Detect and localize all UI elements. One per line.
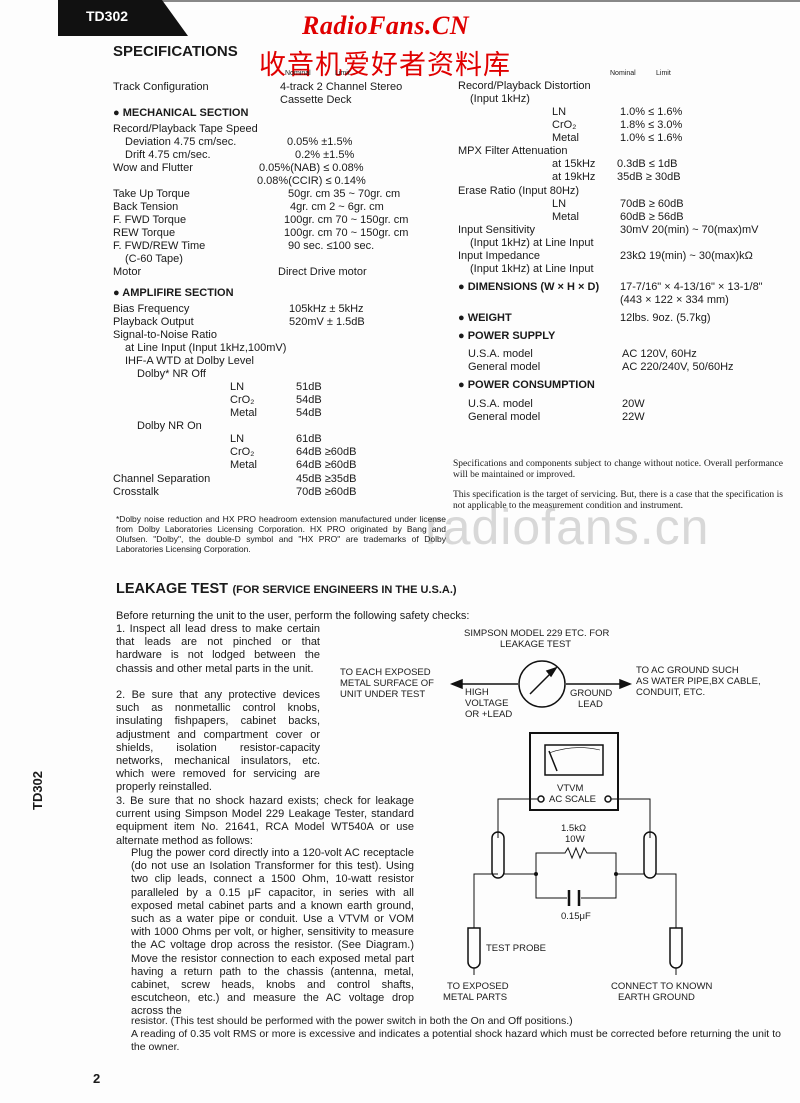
right-arrowhead: [619, 678, 633, 690]
resistor-label-1: 1.5kΩ: [561, 823, 587, 834]
left-label-1: TO EACH EXPOSED: [340, 667, 431, 678]
vtvm-scale: [548, 747, 601, 754]
bottom-left-label-1: TO EXPOSED: [447, 981, 509, 992]
bottom-left-label-2: METAL PARTS: [443, 992, 508, 1003]
high-label-2: VOLTAGE: [465, 698, 509, 709]
vtvm-label-1: VTVM: [557, 783, 584, 794]
clip-right: [643, 831, 657, 879]
left-label-2: METAL SURFACE OF: [340, 678, 434, 689]
resistor-label-2: 10W: [565, 834, 585, 845]
cap-wire-left: [535, 874, 567, 899]
ground-label-1: GROUND: [570, 688, 613, 699]
test-probe-left: [467, 927, 481, 969]
vtvm-window: [544, 744, 604, 776]
left-label-3: UNIT UNDER TEST: [340, 689, 426, 700]
high-label-3: OR +LEAD: [465, 709, 513, 720]
high-label-1: HIGH: [465, 687, 489, 698]
vtvm-terminal-left: [537, 795, 545, 803]
test-probe-label: TEST PROBE: [486, 943, 547, 954]
wire-probe-left: [473, 873, 498, 928]
junction-left: [534, 872, 538, 876]
leakage-diagram: [449, 660, 683, 975]
junction-right: [614, 872, 618, 876]
wire-right-top: [611, 798, 651, 838]
right-label-1: TO AC GROUND SUCH: [636, 665, 739, 676]
ground-label-2: LEAD: [578, 699, 603, 710]
tester-label-2: LEAKAGE TEST: [500, 639, 572, 650]
cap-wire-right: [581, 874, 617, 899]
clip-left: [491, 831, 505, 879]
resistor: [535, 846, 617, 874]
leakage-tester-circle: [518, 660, 566, 708]
wire-probe-right: [656, 873, 677, 928]
page-number: 2: [93, 1071, 101, 1086]
bottom-right-label-1: CONNECT TO KNOWN: [611, 981, 713, 992]
bottom-right-label-2: EARTH GROUND: [618, 992, 695, 1003]
vtvm-label-2: AC SCALE: [549, 794, 596, 805]
right-label-3: CONDUIT, ETC.: [636, 687, 706, 698]
tester-label-1: SIMPSON MODEL 229 ETC. FOR: [464, 628, 610, 639]
vtvm-terminal-right: [604, 795, 612, 803]
capacitor-label: 0.15μF: [561, 911, 591, 922]
vtvm-needle: [548, 750, 558, 772]
side-model-label: TD302: [30, 770, 45, 810]
right-label-2: AS WATER PIPE,BX CABLE,: [636, 676, 761, 687]
left-arrowhead: [449, 678, 463, 690]
test-probe-right: [669, 927, 683, 969]
wire-left-top: [497, 798, 538, 838]
